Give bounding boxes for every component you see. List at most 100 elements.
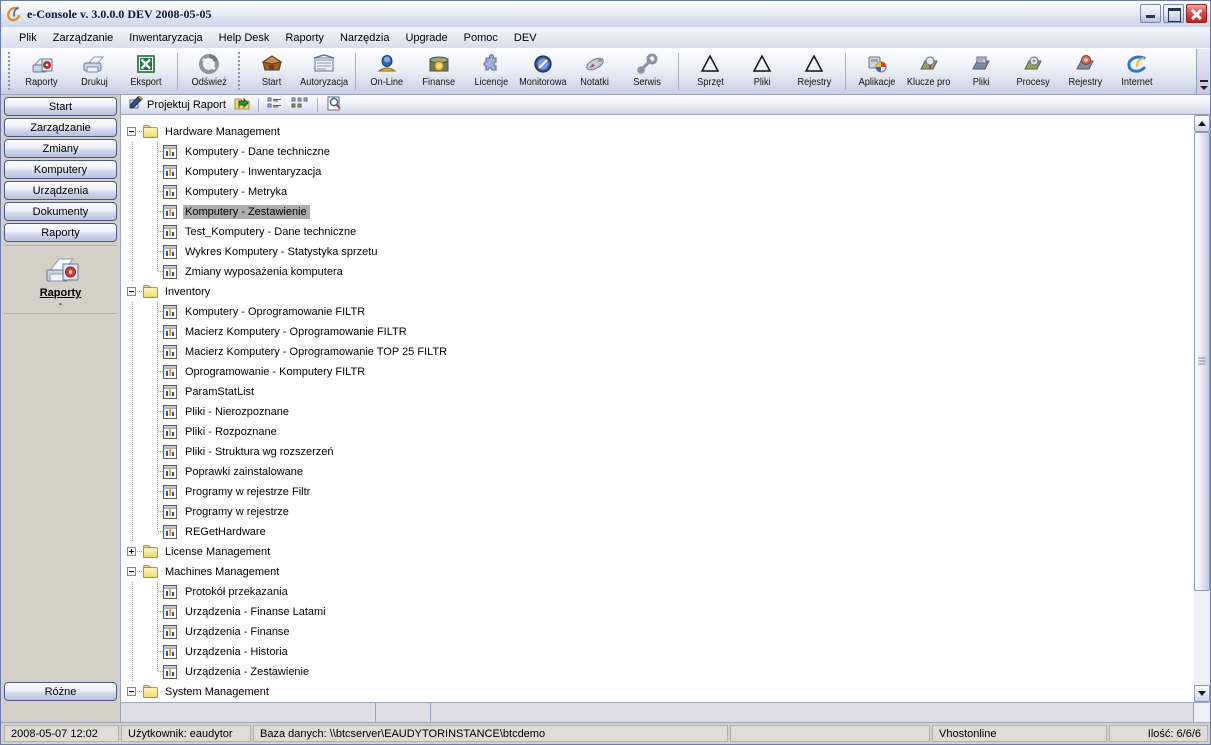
scrollbar-thumb[interactable] xyxy=(1194,132,1210,591)
toolbar-button-on-line[interactable]: On-Line xyxy=(361,49,413,94)
toolbar-button-procesy[interactable]: Procesy xyxy=(1007,49,1059,94)
print-preview-button[interactable] xyxy=(322,95,347,115)
sidebar-item-dokumenty[interactable]: Dokumenty xyxy=(4,202,117,221)
menu-narzedzia[interactable]: Narzędzia xyxy=(332,30,398,46)
menu-help-desk[interactable]: Help Desk xyxy=(211,30,278,46)
tree-report-node[interactable]: Pliki - Struktura wg rozszerzeń xyxy=(121,442,1192,462)
menu-pomoc[interactable]: Pomoc xyxy=(456,30,506,46)
report-tree-pane[interactable]: Hardware Management Komputery - Dane tech… xyxy=(121,115,1193,702)
menu-plik[interactable]: Plik xyxy=(11,30,45,46)
toolbar-button-serwis[interactable]: Serwis xyxy=(621,49,673,94)
scroll-down-arrow-icon[interactable] xyxy=(1194,685,1210,702)
toolbar-button-aplikacje[interactable]: Aplikacje xyxy=(851,49,903,94)
close-button[interactable] xyxy=(1186,4,1207,23)
sidebar-item-urzadzenia[interactable]: Urządzenia xyxy=(4,181,117,200)
tree-trunk-line xyxy=(132,342,133,362)
toolbar-button-eksport[interactable]: Eksport xyxy=(120,49,172,94)
tree-folder-node[interactable]: System Management xyxy=(121,682,1192,702)
tree-report-node[interactable]: REGetHardware xyxy=(121,522,1192,542)
sidebar-item-komputery[interactable]: Komputery xyxy=(4,160,117,179)
tree-folder-node[interactable]: Hardware Management xyxy=(121,122,1192,142)
tree-folder-node[interactable]: Inventory xyxy=(121,282,1192,302)
tree-report-node[interactable]: Urządzenia - Zestawienie xyxy=(121,662,1192,682)
collapse-toggle-icon[interactable] xyxy=(127,127,136,136)
menu-upgrade[interactable]: Upgrade xyxy=(397,30,455,46)
tree-report-node[interactable]: Poprawki zainstalowane xyxy=(121,462,1192,482)
tree-report-node[interactable]: Macierz Komputery - Oprogramowanie TOP 2… xyxy=(121,342,1192,362)
toolbar-button-finanse[interactable]: Finanse xyxy=(413,49,465,94)
tree-report-node[interactable]: Urządzenia - Historia xyxy=(121,642,1192,662)
sidebar-item-rozne[interactable]: Różne xyxy=(4,682,117,701)
collapse-toggle-icon[interactable] xyxy=(127,287,136,296)
files-delta-icon xyxy=(749,52,775,76)
tree-report-node[interactable]: Programy w rejestrze xyxy=(121,502,1192,522)
tree-report-node[interactable]: Pliki - Rozpoznane xyxy=(121,422,1192,442)
expand-toggle-icon[interactable] xyxy=(127,547,136,556)
tree-report-node[interactable]: Programy w rejestrze Filtr xyxy=(121,482,1192,502)
detail-view-button[interactable] xyxy=(287,95,313,114)
toolbar-button-notatki[interactable]: Notatki xyxy=(569,49,621,94)
tree-report-node[interactable]: Zmiany wyposażenia komputera xyxy=(121,262,1192,282)
toolbar-button-start[interactable]: Start xyxy=(246,49,298,94)
toolbar-button-pliki-delta[interactable]: Pliki xyxy=(736,49,788,94)
scroll-up-arrow-icon[interactable] xyxy=(1194,115,1210,132)
vertical-scrollbar[interactable] xyxy=(1193,115,1210,702)
tree-folder-node[interactable]: License Management xyxy=(121,542,1192,562)
tree-trunk-line xyxy=(132,322,133,342)
tree-connector xyxy=(157,602,158,622)
toolbar-button-drukuj[interactable]: Drukuj xyxy=(68,49,120,94)
toolbar-button-pliki-scan[interactable]: Pliki xyxy=(955,49,1007,94)
toolbar-button-internet[interactable]: Internet xyxy=(1111,49,1163,94)
tree-report-node[interactable]: Wykres Komputery - Statystyka sprzetu xyxy=(121,242,1192,262)
tree-report-node[interactable]: Komputery - Zestawienie xyxy=(121,202,1192,222)
sidebar-item-zmiany[interactable]: Zmiany xyxy=(4,139,117,158)
toolbar-button-odswiez[interactable]: Odśwież xyxy=(183,49,235,94)
menu-inwentaryzacja[interactable]: Inwentaryzacja xyxy=(121,30,210,46)
tree-report-node[interactable]: Komputery - Inwentaryzacja xyxy=(121,162,1192,182)
menu-raporty[interactable]: Raporty xyxy=(277,30,332,46)
list-view-button[interactable] xyxy=(263,95,287,114)
toolbar-group-1-grip[interactable] xyxy=(6,52,13,91)
tree-connector xyxy=(157,502,158,522)
toolbar-button-klucze-pro[interactable]: Klucze pro xyxy=(903,49,955,94)
toolbar-button-licencje[interactable]: Licencje xyxy=(465,49,517,94)
tree-report-node[interactable]: Protokół przekazania xyxy=(121,582,1192,602)
design-report-button[interactable]: Projektuj Raport xyxy=(125,95,230,114)
collapse-toggle-icon[interactable] xyxy=(127,687,136,696)
toolbar-button-sprzet[interactable]: Sprzęt xyxy=(684,49,736,94)
tree-report-node[interactable]: Komputery - Metryka xyxy=(121,182,1192,202)
menu-dev[interactable]: DEV xyxy=(506,30,545,46)
sidebar-item-raporty[interactable]: Raporty xyxy=(4,223,117,242)
tree-report-node[interactable]: Macierz Komputery - Oprogramowanie FILTR xyxy=(121,322,1192,342)
toolbar-button-label: Notatki xyxy=(580,77,610,88)
tree-report-node[interactable]: Komputery - Oprogramowanie FILTR xyxy=(121,302,1192,322)
tree-report-node[interactable]: Pliki - Nierozpoznane xyxy=(121,402,1192,422)
tree-report-node[interactable]: ParamStatList xyxy=(121,382,1192,402)
tree-folder-node[interactable]: Machines Management xyxy=(121,562,1192,582)
tree-report-node[interactable]: Test_Komputery - Dane techniczne xyxy=(121,222,1192,242)
tree-report-node[interactable]: Urządzenia - Finanse Latami xyxy=(121,602,1192,622)
toolbar-group-2-grip[interactable] xyxy=(236,52,243,91)
tree-connector xyxy=(157,142,158,162)
maximize-button[interactable] xyxy=(1163,4,1184,23)
toolbar-button-rejestry-delta[interactable]: Rejestry xyxy=(788,49,840,94)
collapse-toggle-icon[interactable] xyxy=(127,567,136,576)
minimize-button[interactable] xyxy=(1140,4,1161,23)
scrollbar-track[interactable] xyxy=(1194,132,1210,685)
tree-report-node[interactable]: Komputery - Dane techniczne xyxy=(121,142,1192,162)
tree-connector xyxy=(157,342,158,362)
toolbar-button-rejestry-scan[interactable]: Rejestry xyxy=(1059,49,1111,94)
tree-report-node[interactable]: Oprogramowanie - Komputery FILTR xyxy=(121,362,1192,382)
open-folder-button[interactable] xyxy=(230,95,254,115)
toolbar-overflow-chevron[interactable] xyxy=(1196,49,1210,94)
toolbar-button-raporty[interactable]: Raporty xyxy=(16,49,68,94)
tree-report-node[interactable]: Urządzenia - Finanse xyxy=(121,622,1192,642)
sidebar-current-section[interactable]: Raporty - xyxy=(4,246,117,314)
toolbar-separator xyxy=(845,53,846,90)
sidebar-item-start[interactable]: Start xyxy=(4,97,117,116)
tree-node-label: Hardware Management xyxy=(165,126,280,138)
sidebar-item-zarzadzanie[interactable]: Zarządzanie xyxy=(4,118,117,137)
toolbar-button-autoryzacja[interactable]: Autoryzacja xyxy=(298,49,350,94)
menu-zarzadzanie[interactable]: Zarządzanie xyxy=(45,30,122,46)
toolbar-button-monitorowa[interactable]: Monitorowa xyxy=(517,49,569,94)
